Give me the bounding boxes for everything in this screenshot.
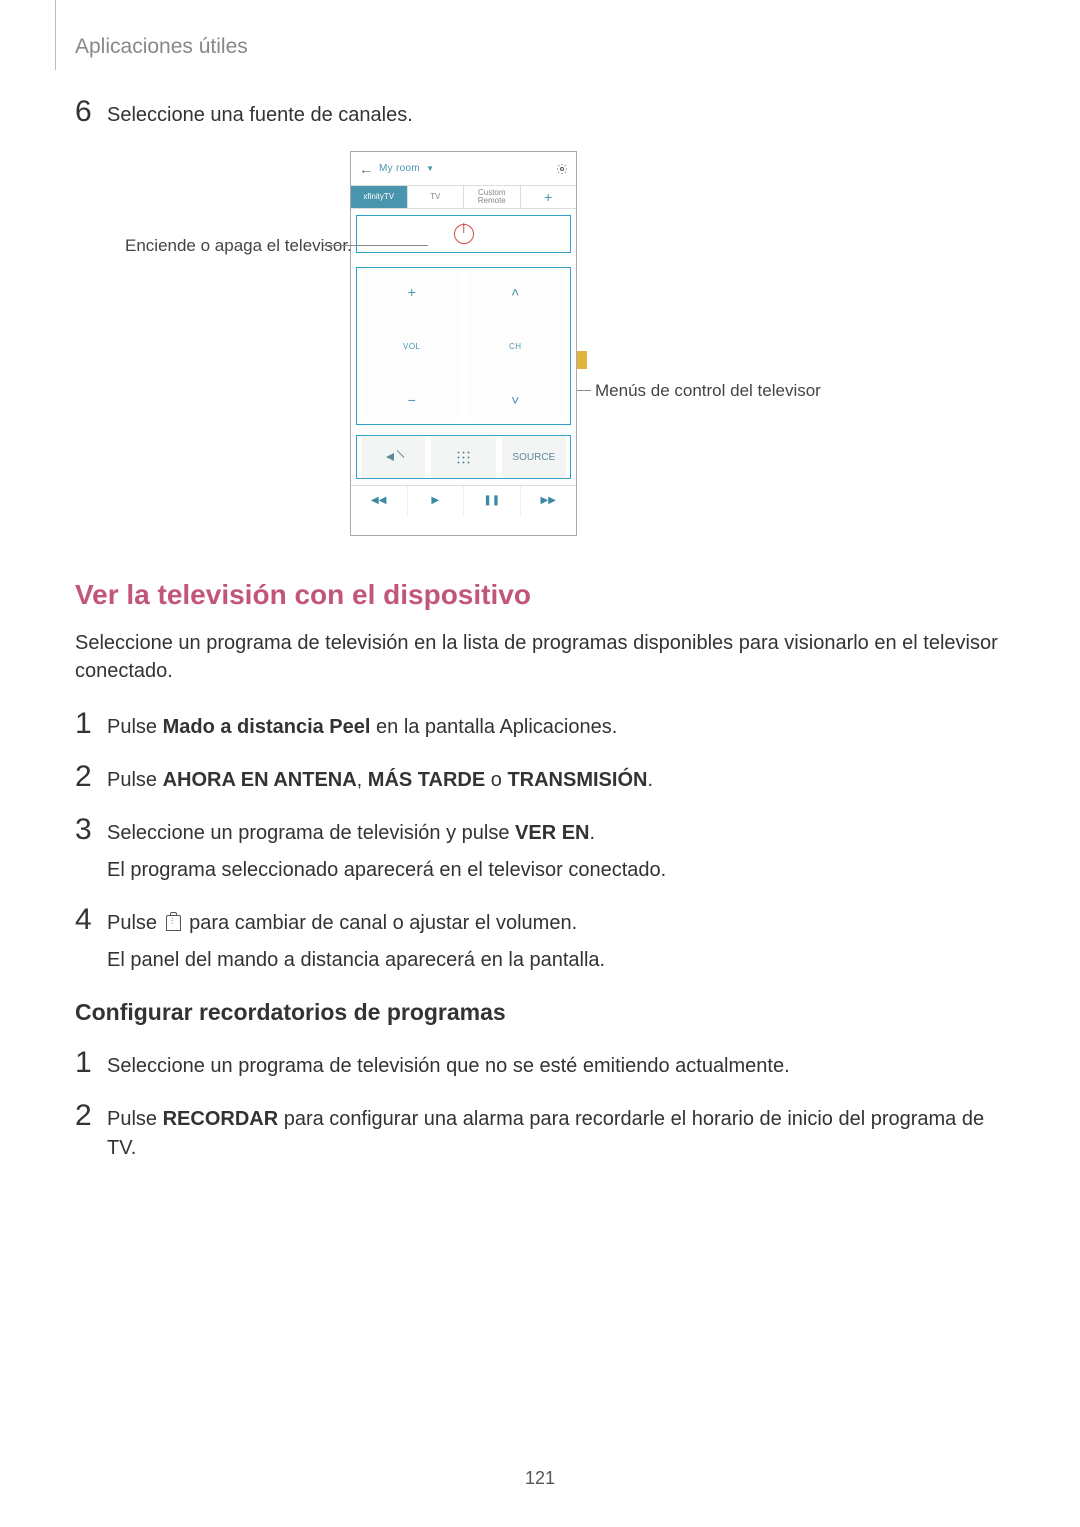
step-number: 3	[75, 813, 107, 885]
keypad-button[interactable]	[431, 436, 495, 478]
pause-button[interactable]: ❚❚	[464, 486, 521, 515]
chevron-down-icon: ▼	[426, 164, 434, 173]
channel-label: CH	[509, 342, 522, 351]
remote-icon	[166, 915, 181, 931]
back-icon[interactable]: ←	[359, 161, 373, 177]
step-text: Pulse RECORDAR para configurar una alarm…	[107, 1099, 1005, 1163]
header-divider	[55, 0, 56, 70]
step-text: Pulse para cambiar de canal o ajustar el…	[107, 903, 605, 975]
channel-down[interactable]: ˅	[511, 392, 519, 408]
channel-rocker: ˄ CH ˅	[467, 274, 565, 418]
power-icon[interactable]	[454, 224, 474, 244]
step-number: 1	[75, 1046, 107, 1081]
step-text: Pulse Mado a distancia Peel en la pantal…	[107, 707, 617, 742]
side-tab[interactable]	[577, 351, 587, 369]
subsection-heading: Configurar recordatorios de programas	[75, 999, 1005, 1026]
volume-rocker: + VOL −	[363, 274, 461, 418]
room-label: My room	[379, 163, 420, 174]
play-button[interactable]: ▶	[408, 486, 465, 515]
step-a4: 4 Pulse para cambiar de canal o ajustar …	[75, 903, 1005, 975]
page-header: Aplicaciones útiles	[75, 35, 248, 59]
phone-tabs: xfinityTV TV Custom Remote +	[351, 185, 576, 209]
tab-tv[interactable]: TV	[408, 186, 465, 208]
rocker-area: + VOL − ˄ CH ˅	[356, 267, 571, 425]
figure-area: ← My room ▼ xfinityTV TV Custom Remote +	[75, 151, 1005, 571]
power-box	[356, 215, 571, 253]
step-text: Seleccione un programa de televisión que…	[107, 1046, 790, 1081]
volume-down[interactable]: −	[408, 392, 416, 408]
step-6: 6 Seleccione una fuente de canales.	[75, 95, 1005, 129]
steps-a: 1 Pulse Mado a distancia Peel en la pant…	[75, 707, 1005, 975]
tab-xfinity[interactable]: xfinityTV	[351, 186, 408, 208]
step-text: Seleccione un programa de televisión y p…	[107, 813, 666, 885]
icon-row: SOURCE	[356, 435, 571, 479]
callout-right: Menús de control del televisor	[595, 381, 821, 401]
forward-button[interactable]: ▶▶	[521, 486, 577, 515]
room-dropdown[interactable]: My room ▼	[379, 163, 556, 174]
step-b2: 2 Pulse RECORDAR para configurar una ala…	[75, 1099, 1005, 1163]
step-b1: 1 Seleccione un programa de televisión q…	[75, 1046, 1005, 1081]
step-number: 1	[75, 707, 107, 742]
step-number: 4	[75, 903, 107, 975]
step-text: Seleccione una fuente de canales.	[107, 98, 413, 127]
mute-icon	[386, 451, 400, 463]
step-a2: 2 Pulse AHORA EN ANTENA, MÁS TARDE o TRA…	[75, 760, 1005, 795]
source-button[interactable]: SOURCE	[502, 436, 566, 478]
steps-b: 1 Seleccione un programa de televisión q…	[75, 1046, 1005, 1163]
step-a3: 3 Seleccione un programa de televisión y…	[75, 813, 1005, 885]
callout-right-line	[577, 390, 591, 391]
step-number: 6	[75, 95, 107, 129]
channel-up[interactable]: ˄	[511, 284, 519, 300]
phone-topbar: ← My room ▼	[351, 152, 576, 185]
section-heading: Ver la televisión con el dispositivo	[75, 579, 1005, 611]
tab-add[interactable]: +	[521, 186, 577, 208]
callout-left: Enciende o apaga el televisor.	[125, 236, 352, 256]
volume-up[interactable]: +	[408, 284, 416, 300]
step-a1: 1 Pulse Mado a distancia Peel en la pant…	[75, 707, 1005, 742]
keypad-icon	[456, 450, 470, 464]
content-area: 6 Seleccione una fuente de canales. ← My…	[75, 95, 1005, 1181]
volume-label: VOL	[403, 342, 421, 351]
mute-button[interactable]	[361, 436, 425, 478]
transport-row: ◀◀ ▶ ❚❚ ▶▶	[351, 485, 576, 515]
tab-custom[interactable]: Custom Remote	[464, 186, 521, 208]
rewind-button[interactable]: ◀◀	[351, 486, 408, 515]
page-number: 121	[0, 1468, 1080, 1489]
gear-icon[interactable]	[556, 163, 568, 175]
step-text: Pulse AHORA EN ANTENA, MÁS TARDE o TRANS…	[107, 760, 653, 795]
step-number: 2	[75, 760, 107, 795]
phone-mock: ← My room ▼ xfinityTV TV Custom Remote +	[350, 151, 577, 536]
step-number: 2	[75, 1099, 107, 1163]
intro-paragraph: Seleccione un programa de televisión en …	[75, 629, 1005, 685]
callout-left-line	[323, 245, 428, 246]
